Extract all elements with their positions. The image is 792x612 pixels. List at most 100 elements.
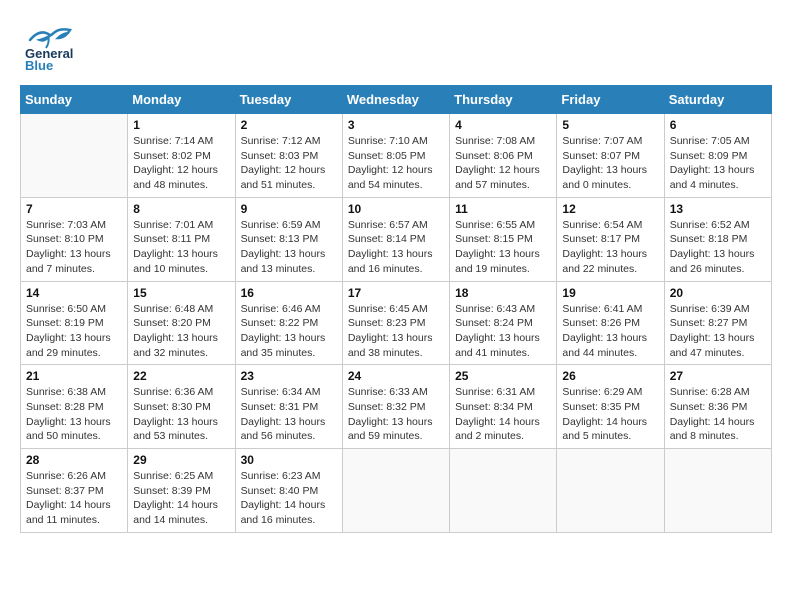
calendar-cell bbox=[21, 114, 128, 198]
calendar-cell: 16Sunrise: 6:46 AMSunset: 8:22 PMDayligh… bbox=[235, 281, 342, 365]
calendar-cell bbox=[450, 449, 557, 533]
day-number: 24 bbox=[348, 369, 444, 383]
day-number: 23 bbox=[241, 369, 337, 383]
day-info: Sunrise: 6:23 AMSunset: 8:40 PMDaylight:… bbox=[241, 469, 337, 528]
day-info: Sunrise: 6:36 AMSunset: 8:30 PMDaylight:… bbox=[133, 385, 229, 444]
day-info: Sunrise: 6:59 AMSunset: 8:13 PMDaylight:… bbox=[241, 218, 337, 277]
calendar-cell: 15Sunrise: 6:48 AMSunset: 8:20 PMDayligh… bbox=[128, 281, 235, 365]
calendar-cell bbox=[664, 449, 771, 533]
calendar-header-sunday: Sunday bbox=[21, 86, 128, 114]
day-number: 30 bbox=[241, 453, 337, 467]
calendar-cell: 23 Sunrise: 6:34 AMSunset: 8:31 PMDayligh… bbox=[235, 365, 342, 449]
day-info: Sunrise: 7:01 AMSunset: 8:11 PMDaylight:… bbox=[133, 218, 229, 277]
day-info: Sunrise: 6:48 AMSunset: 8:20 PMDaylight:… bbox=[133, 302, 229, 361]
calendar-cell: 5 Sunrise: 7:07 AMSunset: 8:07 PMDaylight… bbox=[557, 114, 664, 198]
day-number: 12 bbox=[562, 202, 658, 216]
calendar-cell: 6 Sunrise: 7:05 AMSunset: 8:09 PMDaylight… bbox=[664, 114, 771, 198]
calendar-cell: 29 Sunrise: 6:25 AMSunset: 8:39 PMDayligh… bbox=[128, 449, 235, 533]
day-info: Sunrise: 6:55 AMSunset: 8:15 PMDaylight:… bbox=[455, 218, 551, 277]
calendar-header-monday: Monday bbox=[128, 86, 235, 114]
day-info: Sunrise: 6:41 AMSunset: 8:26 PMDaylight:… bbox=[562, 302, 658, 361]
calendar-header-thursday: Thursday bbox=[450, 86, 557, 114]
day-info: Sunrise: 7:03 AMSunset: 8:10 PMDaylight:… bbox=[26, 218, 122, 277]
calendar-cell: 9 Sunrise: 6:59 AMSunset: 8:13 PMDaylight… bbox=[235, 197, 342, 281]
calendar-cell: 19Sunrise: 6:41 AMSunset: 8:26 PMDayligh… bbox=[557, 281, 664, 365]
calendar-table: SundayMondayTuesdayWednesdayThursdayFrid… bbox=[20, 85, 772, 533]
day-number: 25 bbox=[455, 369, 551, 383]
calendar-cell: 4 Sunrise: 7:08 AMSunset: 8:06 PMDaylight… bbox=[450, 114, 557, 198]
day-number: 8 bbox=[133, 202, 229, 216]
day-number: 7 bbox=[26, 202, 122, 216]
day-number: 2 bbox=[241, 118, 337, 132]
day-number: 3 bbox=[348, 118, 444, 132]
day-info: Sunrise: 7:07 AMSunset: 8:07 PMDaylight:… bbox=[562, 134, 658, 193]
day-number: 29 bbox=[133, 453, 229, 467]
day-info: Sunrise: 6:45 AMSunset: 8:23 PMDaylight:… bbox=[348, 302, 444, 361]
calendar-cell: 11Sunrise: 6:55 AMSunset: 8:15 PMDayligh… bbox=[450, 197, 557, 281]
day-info: Sunrise: 6:25 AMSunset: 8:39 PMDaylight:… bbox=[133, 469, 229, 528]
day-info: Sunrise: 7:10 AMSunset: 8:05 PMDaylight:… bbox=[348, 134, 444, 193]
day-number: 20 bbox=[670, 286, 766, 300]
calendar-cell: 20Sunrise: 6:39 AMSunset: 8:27 PMDayligh… bbox=[664, 281, 771, 365]
calendar-header-row: SundayMondayTuesdayWednesdayThursdayFrid… bbox=[21, 86, 772, 114]
calendar-cell: 12 Sunrise: 6:54 AMSunset: 8:17 PMDayligh… bbox=[557, 197, 664, 281]
day-number: 28 bbox=[26, 453, 122, 467]
calendar-week-4: 21Sunrise: 6:38 AMSunset: 8:28 PMDayligh… bbox=[21, 365, 772, 449]
day-number: 18 bbox=[455, 286, 551, 300]
day-number: 5 bbox=[562, 118, 658, 132]
day-number: 9 bbox=[241, 202, 337, 216]
calendar-cell: 3 Sunrise: 7:10 AMSunset: 8:05 PMDaylight… bbox=[342, 114, 449, 198]
calendar-cell: 8 Sunrise: 7:01 AMSunset: 8:11 PMDaylight… bbox=[128, 197, 235, 281]
day-number: 13 bbox=[670, 202, 766, 216]
calendar-cell bbox=[557, 449, 664, 533]
svg-text:Blue: Blue bbox=[25, 58, 53, 70]
calendar-cell: 1 Sunrise: 7:14 AMSunset: 8:02 PMDaylight… bbox=[128, 114, 235, 198]
calendar-week-5: 28 Sunrise: 6:26 AMSunset: 8:37 PMDayligh… bbox=[21, 449, 772, 533]
day-info: Sunrise: 7:05 AMSunset: 8:09 PMDaylight:… bbox=[670, 134, 766, 193]
day-info: Sunrise: 6:54 AMSunset: 8:17 PMDaylight:… bbox=[562, 218, 658, 277]
calendar-cell: 7 Sunrise: 7:03 AMSunset: 8:10 PMDaylight… bbox=[21, 197, 128, 281]
calendar-cell: 21Sunrise: 6:38 AMSunset: 8:28 PMDayligh… bbox=[21, 365, 128, 449]
calendar-week-1: 1 Sunrise: 7:14 AMSunset: 8:02 PMDaylight… bbox=[21, 114, 772, 198]
day-number: 1 bbox=[133, 118, 229, 132]
calendar-cell: 27Sunrise: 6:28 AMSunset: 8:36 PMDayligh… bbox=[664, 365, 771, 449]
day-number: 17 bbox=[348, 286, 444, 300]
calendar-cell: 18 Sunrise: 6:43 AMSunset: 8:24 PMDayligh… bbox=[450, 281, 557, 365]
calendar-cell: 24Sunrise: 6:33 AMSunset: 8:32 PMDayligh… bbox=[342, 365, 449, 449]
calendar-cell: 14 Sunrise: 6:50 AMSunset: 8:19 PMDayligh… bbox=[21, 281, 128, 365]
day-info: Sunrise: 6:43 AMSunset: 8:24 PMDaylight:… bbox=[455, 302, 551, 361]
calendar-header-saturday: Saturday bbox=[664, 86, 771, 114]
day-info: Sunrise: 6:52 AMSunset: 8:18 PMDaylight:… bbox=[670, 218, 766, 277]
day-info: Sunrise: 6:38 AMSunset: 8:28 PMDaylight:… bbox=[26, 385, 122, 444]
day-info: Sunrise: 6:28 AMSunset: 8:36 PMDaylight:… bbox=[670, 385, 766, 444]
calendar-cell: 13 Sunrise: 6:52 AMSunset: 8:18 PMDayligh… bbox=[664, 197, 771, 281]
day-info: Sunrise: 6:29 AMSunset: 8:35 PMDaylight:… bbox=[562, 385, 658, 444]
day-number: 10 bbox=[348, 202, 444, 216]
calendar-header-friday: Friday bbox=[557, 86, 664, 114]
day-info: Sunrise: 6:31 AMSunset: 8:34 PMDaylight:… bbox=[455, 385, 551, 444]
calendar-cell: 2Sunrise: 7:12 AMSunset: 8:03 PMDaylight… bbox=[235, 114, 342, 198]
page-header: General Blue bbox=[20, 20, 772, 75]
day-info: Sunrise: 7:14 AMSunset: 8:02 PMDaylight:… bbox=[133, 134, 229, 193]
calendar-cell: 28 Sunrise: 6:26 AMSunset: 8:37 PMDayligh… bbox=[21, 449, 128, 533]
day-info: Sunrise: 6:34 AMSunset: 8:31 PMDaylight:… bbox=[241, 385, 337, 444]
day-number: 22 bbox=[133, 369, 229, 383]
day-info: Sunrise: 6:50 AMSunset: 8:19 PMDaylight:… bbox=[26, 302, 122, 361]
day-info: Sunrise: 6:46 AMSunset: 8:22 PMDaylight:… bbox=[241, 302, 337, 361]
day-number: 26 bbox=[562, 369, 658, 383]
calendar-cell: 17 Sunrise: 6:45 AMSunset: 8:23 PMDayligh… bbox=[342, 281, 449, 365]
logo: General Blue bbox=[20, 20, 80, 75]
calendar-cell: 10Sunrise: 6:57 AMSunset: 8:14 PMDayligh… bbox=[342, 197, 449, 281]
day-number: 6 bbox=[670, 118, 766, 132]
calendar-header-tuesday: Tuesday bbox=[235, 86, 342, 114]
calendar-cell: 22 Sunrise: 6:36 AMSunset: 8:30 PMDayligh… bbox=[128, 365, 235, 449]
day-info: Sunrise: 6:26 AMSunset: 8:37 PMDaylight:… bbox=[26, 469, 122, 528]
calendar-cell: 25 Sunrise: 6:31 AMSunset: 8:34 PMDayligh… bbox=[450, 365, 557, 449]
calendar-cell bbox=[342, 449, 449, 533]
day-number: 4 bbox=[455, 118, 551, 132]
calendar-header-wednesday: Wednesday bbox=[342, 86, 449, 114]
day-number: 14 bbox=[26, 286, 122, 300]
calendar-cell: 26 Sunrise: 6:29 AMSunset: 8:35 PMDayligh… bbox=[557, 365, 664, 449]
day-info: Sunrise: 7:08 AMSunset: 8:06 PMDaylight:… bbox=[455, 134, 551, 193]
calendar-week-3: 14 Sunrise: 6:50 AMSunset: 8:19 PMDayligh… bbox=[21, 281, 772, 365]
